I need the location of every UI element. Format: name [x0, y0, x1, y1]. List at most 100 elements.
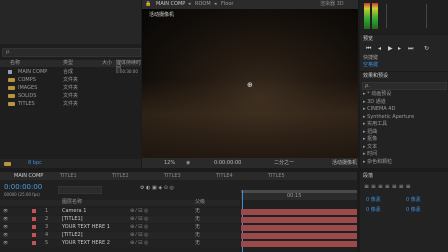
header-name[interactable]: 名称 [10, 61, 20, 66]
bpc-label[interactable]: 8 bpc [28, 161, 42, 166]
layer-name[interactable]: YOUR TEXT HERE 2 [62, 241, 110, 246]
shortcut-select[interactable]: 空格键 [363, 63, 378, 68]
project-item[interactable]: MAIN COMP 合成 0:00:30:00 [0, 69, 141, 76]
visibility-eye-icon[interactable]: 👁 [3, 241, 8, 245]
time-ruler[interactable]: 00:15 [241, 190, 357, 252]
visibility-eye-icon[interactable]: 👁 [3, 233, 8, 237]
layer-name[interactable]: YOUR TEXT HERE 1 [62, 225, 110, 230]
layer-duration-bar[interactable] [241, 225, 357, 231]
timeline-timecode[interactable]: 0:00:00:00 [4, 184, 42, 191]
prev-frame-icon[interactable]: ◂ [378, 46, 381, 52]
timeline-tab[interactable]: MAIN COMP [14, 174, 43, 179]
timeline-tab[interactable]: TITLE3 [164, 174, 181, 179]
effects-category[interactable]: ▸ Synthetic Aperture [363, 114, 414, 120]
space-before[interactable]: 0 像素 [366, 208, 381, 213]
folder-icon [8, 94, 15, 98]
effects-category[interactable]: ▸ 抠像 [363, 136, 377, 142]
layer-row[interactable]: 👁 1 Camera 1 ⊕ ⁄ ⊟ ◎ 无 [0, 208, 240, 215]
timeline-search-input[interactable] [58, 186, 102, 194]
renderer-label[interactable]: 渲染器 3D [320, 2, 344, 7]
timeline-tab[interactable]: TITLE5 [268, 174, 285, 179]
header-type[interactable]: 类型 [63, 61, 73, 66]
layer-name[interactable]: Camera 1 [62, 209, 86, 214]
align-icons[interactable]: ≡ ≡ ≡ ≡ ≡ ≡ ≡ [364, 184, 411, 190]
project-search-input[interactable]: ρ. [2, 48, 141, 57]
breadcrumb-main-comp[interactable]: MAIN COMP [156, 2, 185, 7]
effects-category[interactable]: ▸ * 动画预设 [363, 91, 391, 97]
layer-switches-icon[interactable]: ⊕ ⁄ ⊟ ◎ [130, 233, 148, 238]
layer-color-label[interactable] [32, 209, 36, 213]
space-after[interactable]: 0 像素 [406, 208, 421, 213]
layer-duration-bar[interactable] [241, 217, 357, 223]
layer-row[interactable]: 👁 4 [TITLE2] ⊕ ⁄ ⊟ ◎ 无 [0, 232, 240, 239]
indent-right[interactable]: 0 像素 [406, 198, 421, 203]
layer-name[interactable]: [TITLE1] [62, 217, 83, 222]
layer-duration-bar[interactable] [241, 233, 357, 239]
comp-timecode[interactable]: 0:00:00:00 [214, 161, 241, 166]
tool-icons[interactable]: ⚙ ◐ ▣ ◈ ⊙ ◎ [140, 186, 174, 191]
effects-category[interactable]: ▸ 扭曲 [363, 129, 377, 135]
camera-select[interactable]: 活动摄像机 [332, 161, 357, 166]
breadcrumb-floor[interactable]: Floor [221, 2, 233, 7]
header-parent: 父级 [195, 199, 206, 205]
new-folder-icon[interactable] [4, 162, 11, 166]
layer-row[interactable]: 👁 2 [TITLE1] ⊕ ⁄ ⊟ ◎ 无 [0, 216, 240, 223]
effects-category[interactable]: ▸ 杂色和颗粒 [363, 159, 392, 165]
layer-parent-select[interactable]: 无 [195, 241, 200, 246]
comp-viewer[interactable]: 活动摄像机 ⊕ [142, 9, 358, 158]
play-icon[interactable]: ▶ [388, 46, 393, 52]
loop-icon[interactable]: ↻ [424, 46, 429, 52]
layer-row[interactable]: 👁 3 YOUR TEXT HERE 1 ⊕ ⁄ ⊟ ◎ 无 [0, 224, 240, 231]
preview-title[interactable]: 预览 [363, 37, 373, 42]
layer-switches-icon[interactable]: ⊕ ⁄ ⊟ ◎ [130, 225, 148, 230]
layer-switches-icon[interactable]: ⊕ ⁄ ⊟ ◎ [130, 241, 148, 246]
effects-category[interactable]: ▸ 文本 [363, 144, 377, 150]
layer-parent-select[interactable]: 无 [195, 217, 200, 222]
layer-duration-bar[interactable] [241, 241, 357, 247]
indent-left[interactable]: 0 像素 [366, 198, 381, 203]
layer-parent-select[interactable]: 无 [195, 233, 200, 238]
header-size[interactable]: 大小 [102, 61, 112, 66]
timeline-tab[interactable]: TITLE2 [112, 174, 129, 179]
visibility-eye-icon[interactable]: 👁 [3, 217, 8, 221]
first-frame-icon[interactable]: ⏮ [366, 46, 371, 52]
project-item[interactable]: SOLIDS 文件夹 [0, 93, 141, 100]
breadcrumb-room[interactable]: ROOM [195, 2, 211, 7]
layer-switches-icon[interactable]: ⊕ ⁄ ⊟ ◎ [130, 209, 148, 214]
project-item-name: MAIN COMP [18, 69, 48, 75]
visibility-eye-icon[interactable]: 👁 [3, 225, 8, 229]
project-item[interactable]: COMPS 文件夹 [0, 77, 141, 84]
layer-color-label[interactable] [32, 241, 36, 245]
project-item[interactable]: TITLES 文件夹 [0, 101, 141, 108]
layer-color-label[interactable] [32, 217, 36, 221]
effects-title[interactable]: 效果和预设 [363, 74, 388, 79]
layer-row[interactable]: 👁 5 YOUR TEXT HERE 2 ⊕ ⁄ ⊟ ◎ 无 [0, 240, 240, 247]
layer-color-label[interactable] [32, 225, 36, 229]
paragraph-title[interactable]: 段落 [363, 174, 373, 179]
layer-parent-select[interactable]: 无 [195, 225, 200, 230]
layer-color-label[interactable] [32, 233, 36, 237]
last-frame-icon[interactable]: ⏭ [408, 46, 413, 52]
effects-category[interactable]: ▸ 实用工具 [363, 121, 387, 127]
effects-category[interactable]: ▸ 3D 通道 [363, 99, 386, 105]
effects-category[interactable]: ▸ CINEMA 4D [363, 106, 395, 112]
timeline-tab[interactable]: TITLE1 [60, 174, 77, 179]
project-item-name: SOLIDS [18, 93, 37, 99]
zoom-select[interactable]: 12% [164, 161, 175, 166]
resolution-select[interactable]: 二分之一 [274, 161, 294, 166]
preview-panel: 预览 ⏮ ◂ ▶ ▸ ⏭ ↻ 快捷键 空格键 [360, 35, 448, 71]
effects-search-input[interactable]: ρ. [362, 82, 447, 90]
layer-duration-bar[interactable] [241, 209, 357, 215]
lock-icon[interactable]: 🔒 [145, 2, 151, 7]
effects-category[interactable]: ▸ 时间 [363, 151, 377, 157]
timeline-tab[interactable]: TITLE4 [216, 174, 233, 179]
visibility-eye-icon[interactable]: 👁 [3, 209, 8, 213]
layer-parent-select[interactable]: 无 [195, 209, 200, 214]
anchor-point-icon[interactable]: ⊕ [247, 82, 253, 89]
layer-switches-icon[interactable]: ⊕ ⁄ ⊟ ◎ [130, 217, 148, 222]
next-frame-icon[interactable]: ▸ [398, 46, 401, 52]
camera-snapshot-icon[interactable]: ◉ [186, 161, 190, 166]
project-item[interactable]: IMAGES 文件夹 [0, 85, 141, 92]
layer-number: 3 [45, 224, 49, 230]
layer-name[interactable]: [TITLE2] [62, 233, 83, 238]
